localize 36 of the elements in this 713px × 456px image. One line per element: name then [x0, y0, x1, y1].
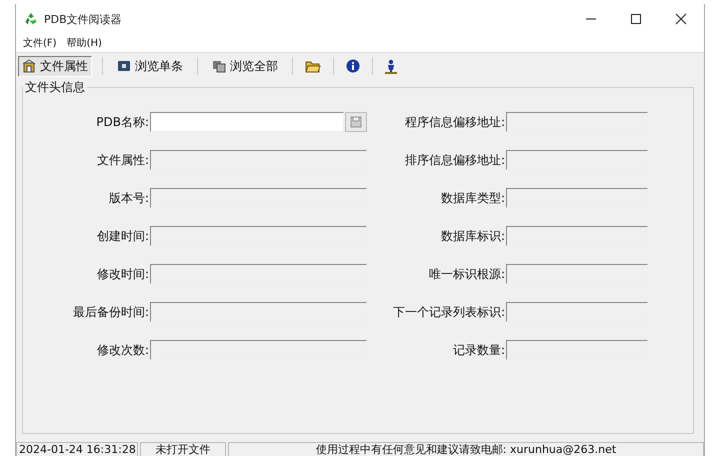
field-label: 修改时间: — [96, 266, 149, 282]
status-text: 使用过程中有任何意见和建议请致电邮: xurunhua@263.net — [228, 442, 704, 456]
input-field[interactable] — [150, 112, 344, 132]
folder-icon[interactable] — [305, 59, 321, 73]
toolbar-tab[interactable]: 浏览全部 — [208, 56, 282, 76]
close-icon[interactable] — [675, 13, 687, 25]
floppy-icon — [350, 116, 362, 128]
field-label: 最后备份时间: — [72, 304, 149, 320]
field-label: 创建时间: — [96, 228, 149, 244]
field-label: 文件属性: — [96, 152, 149, 168]
recycle-icon — [24, 12, 38, 26]
field-label: 排序信息偏移地址: — [404, 152, 505, 168]
field-label: 数据库标识: — [440, 228, 505, 244]
field-label: 唯一标识根源: — [428, 266, 505, 282]
group-title: 文件头信息 — [24, 79, 86, 96]
person-door-icon[interactable] — [385, 58, 397, 74]
house-icon — [22, 59, 36, 73]
status-text: 未打开文件 — [140, 442, 226, 456]
window-title: PDB文件阅读器 — [44, 12, 122, 26]
menu-item[interactable]: 帮助(H) — [66, 36, 102, 50]
square-icon — [117, 59, 131, 73]
field-label: 下一个记录列表标识: — [392, 304, 505, 320]
pages-icon — [212, 59, 226, 73]
field-label: 记录数量: — [452, 342, 505, 358]
field-label: 数据库类型: — [440, 190, 505, 206]
field-label: 程序信息偏移地址: — [404, 114, 505, 130]
field-label: PDB名称: — [95, 114, 149, 130]
maximize-icon[interactable] — [630, 13, 642, 25]
field-label: 版本号: — [108, 190, 149, 206]
toolbar-tab[interactable]: 浏览单条 — [113, 56, 187, 76]
toolbar-tab[interactable]: 文件属性 — [18, 56, 92, 76]
status-text: 2024-01-24 16:31:28 — [16, 442, 138, 456]
field-label: 修改次数: — [96, 342, 149, 358]
info-icon[interactable] — [346, 59, 360, 73]
save-button[interactable] — [345, 112, 367, 132]
menu-item[interactable]: 文件(F) — [23, 36, 57, 50]
